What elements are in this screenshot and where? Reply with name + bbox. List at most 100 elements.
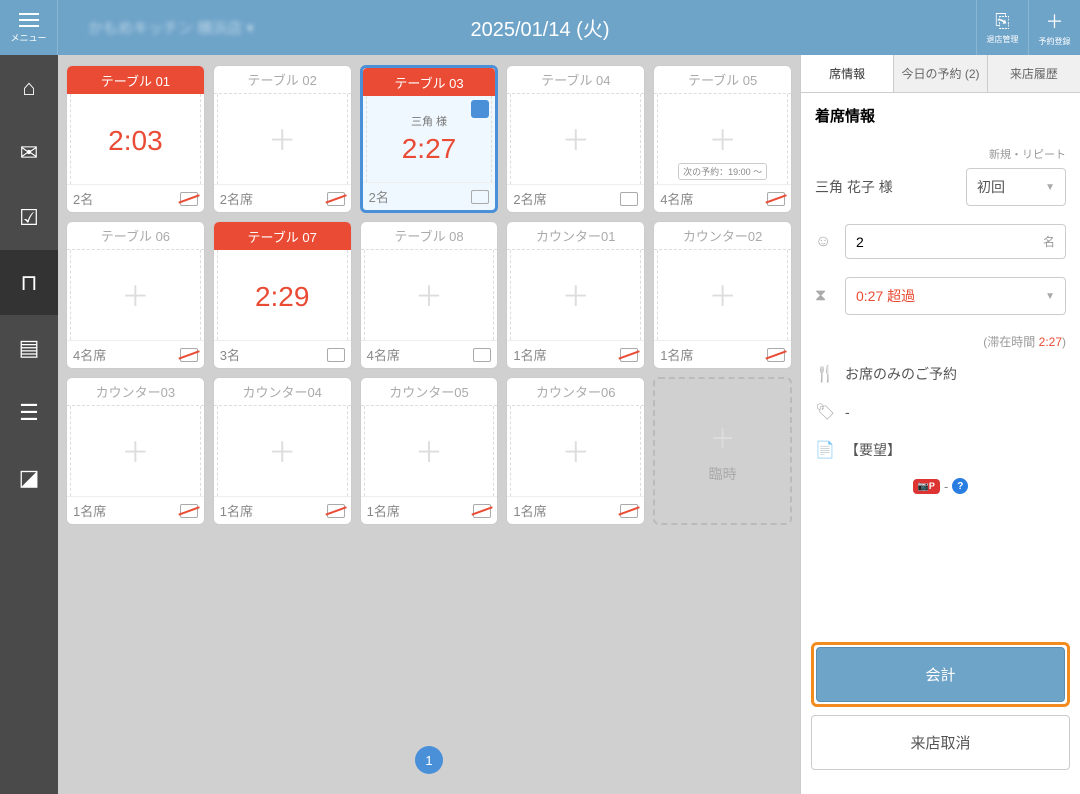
table-grid-area: テーブル 012:032名テーブル 02＋2名席テーブル 03三角 様2:272… xyxy=(58,55,800,794)
table-card[interactable]: カウンター06＋1名席 xyxy=(506,377,645,525)
tab-seat-info[interactable]: 席情報 xyxy=(801,55,894,92)
store-selector[interactable]: かもめキッチン 横浜店 xyxy=(88,17,254,38)
table-name: カウンター03 xyxy=(67,378,204,406)
table-name: テーブル 04 xyxy=(507,66,644,94)
smoking-icon xyxy=(471,190,489,204)
add-guest-icon: ＋ xyxy=(415,431,443,471)
page-indicator[interactable]: 1 xyxy=(415,746,443,774)
plus-icon: ＋ xyxy=(710,419,736,456)
door-icon: ⎘ xyxy=(995,11,1009,32)
help-badge-icon[interactable]: ? xyxy=(952,478,968,494)
no-smoking-icon xyxy=(620,348,638,362)
panel-title: 着席情報 xyxy=(815,105,1066,126)
add-guest-icon: ＋ xyxy=(121,431,149,471)
seat-timer: 2:29 xyxy=(255,281,310,313)
request-info: 【要望】 xyxy=(845,440,1066,460)
chevron-down-icon: ▼ xyxy=(1045,182,1055,193)
seat-count: 2名席 xyxy=(220,189,253,208)
seat-timer: 2:03 xyxy=(108,125,163,157)
sidebar-cards[interactable]: ▤ xyxy=(0,315,58,380)
seat-count: 2名 xyxy=(73,189,93,208)
tab-visit-history[interactable]: 来店履歴 xyxy=(988,55,1080,92)
tag-info: - xyxy=(845,404,1066,420)
table-card[interactable]: テーブル 08＋4名席 xyxy=(360,221,499,369)
seat-count: 4名席 xyxy=(660,189,693,208)
table-name: テーブル 07 xyxy=(214,222,351,250)
sidebar-tables[interactable]: ⊓ xyxy=(0,250,58,315)
table-card[interactable]: カウンター03 ＋ 1名席 xyxy=(66,377,205,525)
cancel-visit-button[interactable]: 来店取消 xyxy=(811,715,1070,770)
table-card[interactable]: テーブル 03三角 様2:272名 xyxy=(360,65,499,213)
sidebar-money[interactable]: ◪ xyxy=(0,445,58,510)
no-smoking-icon xyxy=(620,504,638,518)
guest-name: 三角 様 xyxy=(411,113,447,129)
seat-count: 1名席 xyxy=(367,501,400,520)
no-smoking-icon xyxy=(327,504,345,518)
add-guest-icon: ＋ xyxy=(268,119,296,159)
sidebar-list[interactable]: ☰ xyxy=(0,380,58,445)
app-header: メニュー かもめキッチン 横浜店 2025/01/14 (火) ⎘ 退店管理 ＋… xyxy=(0,0,1080,55)
table-card[interactable]: カウンター05＋1名席 xyxy=(360,377,499,525)
smoking-icon xyxy=(620,192,638,206)
table-card[interactable]: テーブル 06 ＋ 4名席 xyxy=(66,221,205,369)
checkout-button[interactable]: 会計 xyxy=(816,647,1065,702)
table-name: テーブル 01 xyxy=(67,66,204,94)
seat-count: 1名席 xyxy=(660,345,693,364)
temporary-table-button[interactable]: ＋臨時 xyxy=(653,377,792,525)
seat-count: 2名 xyxy=(369,187,389,206)
seat-timer: 2:27 xyxy=(402,133,457,165)
table-name: テーブル 05 xyxy=(654,66,791,94)
table-card[interactable]: テーブル 01 2:03 2名 xyxy=(66,65,205,213)
table-card[interactable]: カウンター04＋1名席 xyxy=(213,377,352,525)
note-icon: 📄 xyxy=(815,440,835,460)
seat-count: 2名席 xyxy=(513,189,546,208)
chevron-down-icon: ▼ xyxy=(1045,291,1055,302)
menu-button[interactable]: メニュー xyxy=(0,0,58,55)
no-smoking-icon xyxy=(180,192,198,206)
guest-name: 三角 花子 様 xyxy=(815,177,956,197)
add-guest-icon: ＋ xyxy=(121,275,149,315)
sidebar: ⌂ ✉ ☑ ⊓ ▤ ☰ ◪ xyxy=(0,55,58,794)
table-card[interactable]: カウンター01＋1名席 xyxy=(506,221,645,369)
course-info: お席のみのご予約 xyxy=(845,364,1066,384)
seat-count: 1名席 xyxy=(513,345,546,364)
sidebar-mail[interactable]: ✉ xyxy=(0,120,58,185)
no-smoking-icon xyxy=(767,192,785,206)
stay-time: (滞在時間 2:27) xyxy=(815,333,1066,350)
visit-type-select[interactable]: 初回 ▼ xyxy=(966,168,1066,206)
seat-count: 4名席 xyxy=(73,345,106,364)
table-name: テーブル 08 xyxy=(361,222,498,250)
seat-count: 1名席 xyxy=(73,501,106,520)
store-manage-button[interactable]: ⎘ 退店管理 xyxy=(976,0,1028,55)
no-smoking-icon xyxy=(327,192,345,206)
no-smoking-icon xyxy=(180,504,198,518)
point-badges: 📷P - ? xyxy=(815,478,1066,494)
no-smoking-icon xyxy=(473,504,491,518)
checkout-highlight: 会計 xyxy=(811,642,1070,707)
table-name: テーブル 06 xyxy=(67,222,204,250)
point-badge-icon: 📷P xyxy=(913,479,940,494)
table-card[interactable]: テーブル 02 ＋ 2名席 xyxy=(213,65,352,213)
add-guest-icon: ＋ xyxy=(562,431,590,471)
menu-label: メニュー xyxy=(10,31,46,44)
add-guest-icon: ＋ xyxy=(709,119,737,159)
no-smoking-icon xyxy=(767,348,785,362)
sidebar-home[interactable]: ⌂ xyxy=(0,55,58,120)
add-guest-icon: ＋ xyxy=(709,275,737,315)
table-card[interactable]: カウンター02＋1名席 xyxy=(653,221,792,369)
tab-today-reservations[interactable]: 今日の予約 (2) xyxy=(894,55,987,92)
table-name: カウンター06 xyxy=(507,378,644,406)
sidebar-checklist[interactable]: ☑ xyxy=(0,185,58,250)
table-card[interactable]: テーブル 05＋次の予約：19:00 〜4名席 xyxy=(653,65,792,213)
party-size-input[interactable]: 2 名 xyxy=(845,224,1066,259)
table-name: テーブル 02 xyxy=(214,66,351,94)
table-name: カウンター01 xyxy=(507,222,644,250)
time-select[interactable]: 0:27 超過 ▼ xyxy=(845,277,1066,315)
table-card[interactable]: テーブル 04＋2名席 xyxy=(506,65,645,213)
date-title: 2025/01/14 (火) xyxy=(471,13,610,42)
hamburger-icon xyxy=(19,13,39,15)
person-icon: ☺ xyxy=(815,233,835,251)
add-reservation-button[interactable]: ＋ 予約登録 xyxy=(1028,0,1080,55)
repeat-label: 新規・リピート xyxy=(815,146,1066,162)
table-card[interactable]: テーブル 072:293名 xyxy=(213,221,352,369)
